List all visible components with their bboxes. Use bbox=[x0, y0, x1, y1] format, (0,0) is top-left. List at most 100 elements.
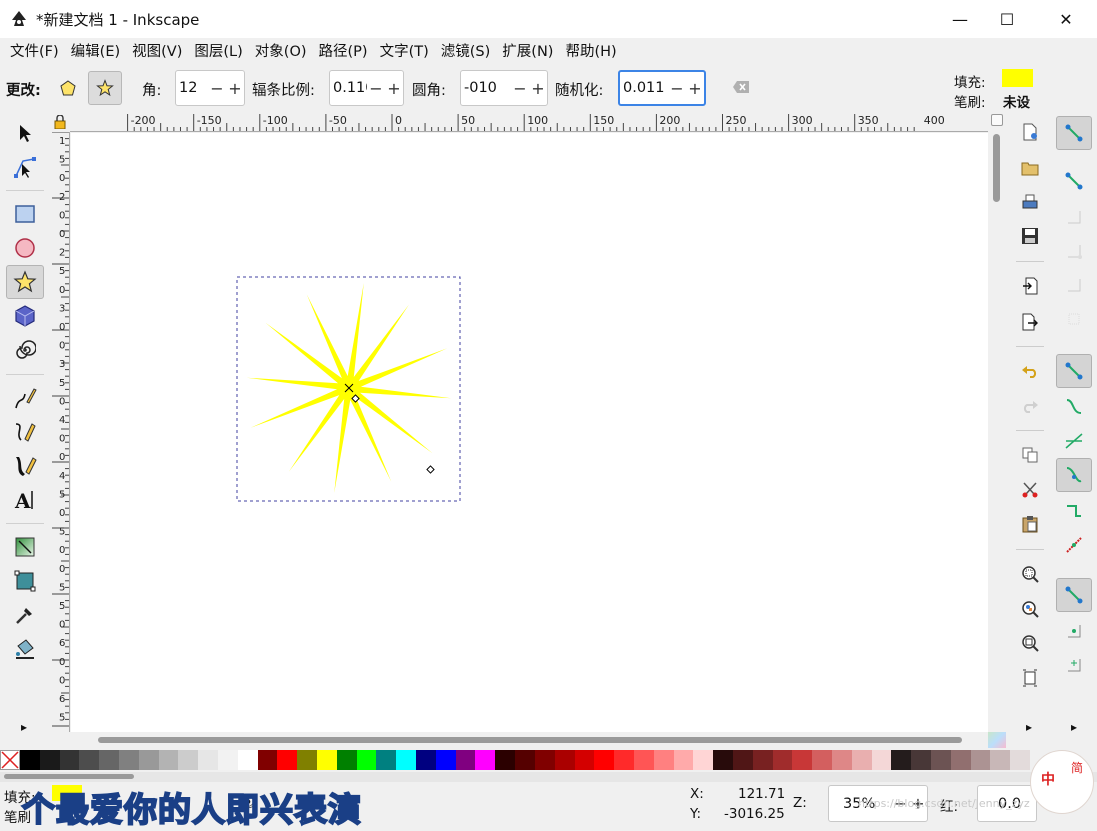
cut-button[interactable] bbox=[1016, 476, 1044, 504]
palette-swatch[interactable] bbox=[317, 750, 338, 770]
palette-swatch[interactable] bbox=[20, 750, 41, 770]
plus-icon[interactable]: + bbox=[529, 79, 547, 98]
rectangle-tool[interactable] bbox=[6, 197, 44, 231]
undo-button[interactable] bbox=[1016, 357, 1044, 385]
minimize-button[interactable]: — bbox=[937, 0, 983, 38]
snap-others-toggle[interactable] bbox=[1056, 578, 1092, 612]
no-paint-swatch[interactable] bbox=[0, 750, 20, 770]
drawing-canvas[interactable] bbox=[71, 133, 988, 732]
close-button[interactable]: ✕ bbox=[1043, 0, 1089, 38]
snap-object-midpoints-toggle[interactable] bbox=[1056, 614, 1092, 648]
palette-swatch[interactable] bbox=[693, 750, 714, 770]
palette-swatch[interactable] bbox=[990, 750, 1011, 770]
minus-icon[interactable]: − bbox=[668, 79, 686, 98]
redo-button[interactable] bbox=[1016, 392, 1044, 420]
menu-text[interactable]: 文字(T) bbox=[374, 38, 435, 66]
ellipse-tool[interactable] bbox=[6, 231, 44, 265]
zoom-selection-button[interactable] bbox=[1016, 560, 1044, 588]
palette-swatch[interactable] bbox=[79, 750, 100, 770]
horizontal-scroll-thumb[interactable] bbox=[98, 737, 962, 743]
palette-swatch[interactable] bbox=[930, 750, 952, 770]
palette-swatch[interactable] bbox=[732, 750, 754, 770]
menu-layer[interactable]: 图层(L) bbox=[188, 38, 248, 66]
palette-swatch[interactable] bbox=[891, 750, 912, 770]
palette-swatch[interactable] bbox=[356, 750, 377, 770]
palette-swatch[interactable] bbox=[534, 750, 556, 770]
reset-defaults-button[interactable] bbox=[732, 80, 752, 96]
palette-swatch[interactable] bbox=[297, 750, 318, 770]
text-tool[interactable]: A bbox=[6, 483, 44, 517]
palette-swatch[interactable] bbox=[416, 750, 437, 770]
randomized-value[interactable]: 0.011 bbox=[620, 80, 668, 96]
star-polygon-tool[interactable] bbox=[6, 265, 44, 299]
pen-tool[interactable] bbox=[6, 415, 44, 449]
spoke-ratio-spinbox[interactable]: 0.110 −+ bbox=[329, 70, 404, 106]
palette-swatch[interactable] bbox=[713, 750, 734, 770]
snap-enable-toggle[interactable] bbox=[1056, 116, 1092, 150]
palette-swatch[interactable] bbox=[495, 750, 516, 770]
palette-swatch[interactable] bbox=[1010, 750, 1031, 770]
snap-bbox-edge-toggle[interactable] bbox=[1056, 200, 1092, 234]
copy-button[interactable] bbox=[1016, 441, 1044, 469]
minus-icon[interactable]: − bbox=[367, 79, 385, 98]
print-button[interactable] bbox=[1016, 188, 1044, 216]
palette-swatch[interactable] bbox=[594, 750, 615, 770]
palette-swatch[interactable] bbox=[237, 750, 259, 770]
palette-swatch[interactable] bbox=[653, 750, 675, 770]
palette-swatch[interactable] bbox=[831, 750, 853, 770]
palette-swatch[interactable] bbox=[119, 750, 140, 770]
palette-swatch[interactable] bbox=[871, 750, 892, 770]
palette-swatch[interactable] bbox=[772, 750, 793, 770]
plus-icon[interactable]: + bbox=[226, 79, 244, 98]
menu-object[interactable]: 对象(O) bbox=[249, 38, 313, 66]
paste-button[interactable] bbox=[1016, 510, 1044, 538]
palette-swatch[interactable] bbox=[158, 750, 179, 770]
palette-swatch[interactable] bbox=[475, 750, 496, 770]
randomized-spinbox[interactable]: 0.011 − + bbox=[618, 70, 706, 106]
palette-swatch[interactable] bbox=[851, 750, 873, 770]
node-tool[interactable] bbox=[6, 150, 44, 184]
canvas-svg[interactable] bbox=[71, 133, 988, 732]
minus-icon[interactable]: − bbox=[208, 79, 226, 98]
palette-swatch[interactable] bbox=[673, 750, 694, 770]
palette-swatch[interactable] bbox=[455, 750, 476, 770]
save-button[interactable] bbox=[1016, 222, 1044, 250]
plus-icon[interactable]: + bbox=[686, 79, 704, 98]
palette-swatch[interactable] bbox=[752, 750, 774, 770]
palette-swatch[interactable] bbox=[376, 750, 397, 770]
zoom-drawing-button[interactable] bbox=[1016, 595, 1044, 623]
palette-swatch[interactable] bbox=[218, 750, 239, 770]
horizontal-scrollbar[interactable] bbox=[70, 732, 988, 748]
menu-file[interactable]: 文件(F) bbox=[4, 38, 65, 66]
fill-swatch[interactable] bbox=[1002, 69, 1033, 87]
snap-more-icon[interactable]: ▸ bbox=[1071, 720, 1077, 734]
palette-swatch[interactable] bbox=[59, 750, 80, 770]
palette-swatch[interactable] bbox=[138, 750, 160, 770]
corners-spinbox[interactable]: 12 − + bbox=[175, 70, 245, 106]
menu-edit[interactable]: 编辑(E) bbox=[65, 38, 126, 66]
snap-rotation-center-toggle[interactable] bbox=[1056, 648, 1092, 682]
snap-to-paths-toggle[interactable] bbox=[1056, 390, 1092, 424]
pencil-tool[interactable] bbox=[6, 381, 44, 415]
snap-bbox-corner-toggle[interactable] bbox=[1056, 234, 1092, 268]
palette-swatch[interactable] bbox=[911, 750, 932, 770]
menu-view[interactable]: 视图(V) bbox=[126, 38, 188, 66]
snap-cusp-nodes-toggle[interactable] bbox=[1056, 458, 1092, 492]
menu-path[interactable]: 路径(P) bbox=[313, 38, 374, 66]
star-outer-handle[interactable] bbox=[426, 465, 435, 474]
palette-swatch[interactable] bbox=[812, 750, 833, 770]
palette-swatch[interactable] bbox=[554, 750, 575, 770]
palette-swatch[interactable] bbox=[792, 750, 813, 770]
vertical-scrollbar[interactable] bbox=[988, 112, 1006, 732]
palette-swatch[interactable] bbox=[39, 750, 61, 770]
palette-scrollbar[interactable] bbox=[0, 772, 1097, 782]
snap-path-intersections-toggle[interactable] bbox=[1056, 424, 1092, 458]
palette-scroll-thumb[interactable] bbox=[4, 774, 134, 779]
open-button[interactable] bbox=[1016, 154, 1044, 182]
paint-bucket-tool[interactable] bbox=[6, 632, 44, 666]
palette-swatch[interactable] bbox=[970, 750, 991, 770]
palette-swatch[interactable] bbox=[198, 750, 219, 770]
snap-bbox-center-toggle[interactable] bbox=[1056, 302, 1092, 336]
menu-extensions[interactable]: 扩展(N) bbox=[496, 38, 559, 66]
scroll-corner-button[interactable] bbox=[991, 114, 1003, 126]
